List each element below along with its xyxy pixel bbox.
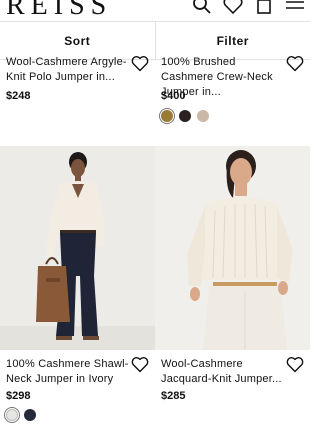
product-price: $298 [6,390,31,402]
product-title[interactable]: Wool-Cashmere Jacquard-Knit Jumper... [161,357,286,387]
product-image[interactable] [0,146,155,350]
product-price: $248 [6,90,31,102]
heart-icon[interactable] [222,0,244,16]
product-title[interactable]: 100% Cashmere Shawl-Neck Jumper in Ivory [6,357,131,387]
model-photo [0,146,155,350]
filter-button[interactable]: Filter [156,22,311,59]
color-swatch[interactable] [4,407,20,423]
sort-button[interactable]: Sort [0,22,156,59]
color-swatch[interactable] [24,409,36,421]
wishlist-heart-icon[interactable] [286,356,304,373]
product-image[interactable] [155,146,310,350]
search-icon[interactable] [191,0,213,16]
color-swatch[interactable] [179,110,191,122]
product-price: $285 [161,390,186,402]
product-title[interactable]: Wool-Cashmere Argyle-Knit Polo Jumper in… [6,55,136,85]
model-photo [155,146,310,350]
color-swatch[interactable] [159,108,175,124]
brand-logo[interactable]: REISS [6,0,112,20]
menu-icon[interactable] [284,0,306,16]
product-price: $400 [161,90,186,102]
site-header: REISS [0,0,310,20]
wishlist-heart-icon[interactable] [131,55,149,72]
wishlist-heart-icon[interactable] [131,356,149,373]
color-swatch[interactable] [197,110,209,122]
bag-icon[interactable] [253,0,275,16]
wishlist-heart-icon[interactable] [286,55,304,72]
